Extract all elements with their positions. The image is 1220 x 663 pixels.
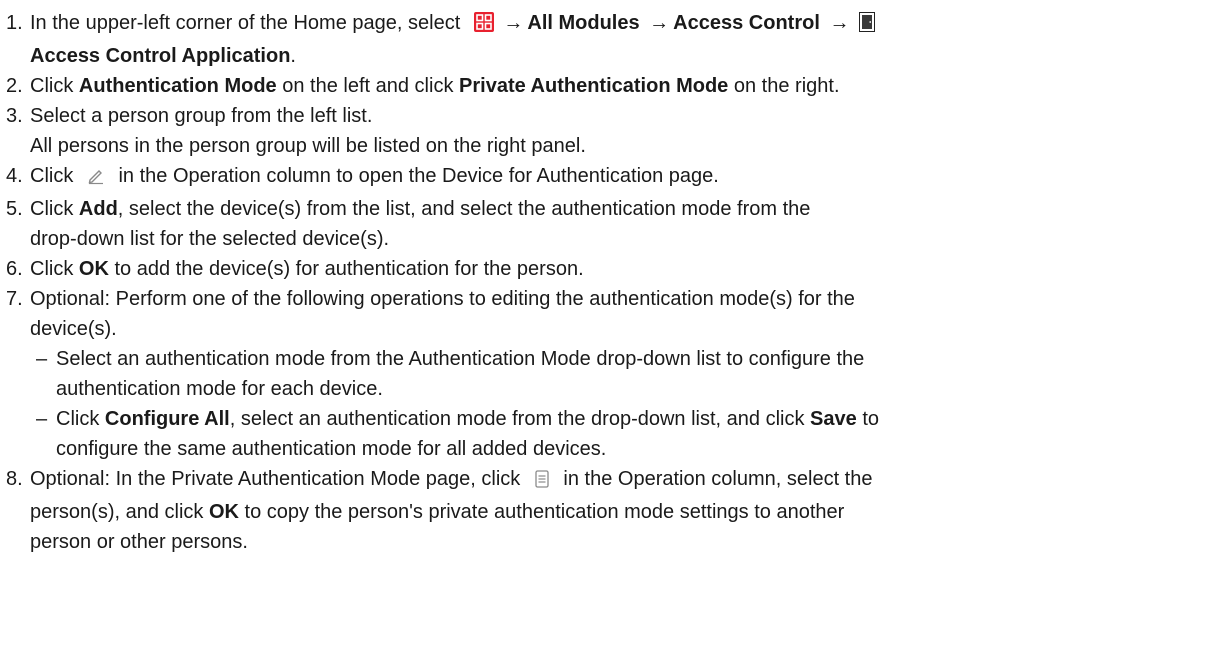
arrow: → xyxy=(649,12,670,34)
document: 1. In the upper-left corner of the Home … xyxy=(0,0,1220,557)
step-6: 6. Click OK to add the device(s) for aut… xyxy=(2,254,1220,284)
step-number: 3. xyxy=(6,105,23,127)
step-4: 4. Click in the Operation column to open… xyxy=(2,161,1220,194)
bold-term: Authentication Mode xyxy=(78,75,277,97)
sub-item: – Select an authentication mode from the… xyxy=(2,344,1220,404)
step-text: In the upper-left corner of the Home pag… xyxy=(30,12,461,34)
app-grid-icon xyxy=(473,11,494,41)
edit-icon xyxy=(87,164,105,194)
sub-item: – Click Configure All, select an authent… xyxy=(2,404,1220,464)
step-number: 8. xyxy=(6,468,23,490)
step-number: 6. xyxy=(6,258,23,280)
step-number: 1. xyxy=(6,12,23,34)
bold-term: Private Authentication Mode xyxy=(459,75,729,97)
step-number: 5. xyxy=(6,198,23,220)
bold-term: Add xyxy=(78,198,118,220)
step-number: 7. xyxy=(6,288,23,310)
step-2: 2. Click Authentication Mode on the left… xyxy=(2,71,1220,101)
door-icon xyxy=(859,11,876,41)
step-result: All persons in the person group will be … xyxy=(30,135,586,157)
bold-term: OK xyxy=(208,501,239,523)
step-1: 1. In the upper-left corner of the Home … xyxy=(2,8,1220,71)
bold-term: Configure All xyxy=(104,408,230,430)
step-number: 4. xyxy=(6,165,23,187)
dash-bullet: – xyxy=(36,408,48,430)
step-8: 8. Optional: In the Private Authenticati… xyxy=(2,464,1220,557)
bold-term: Access Control Application xyxy=(30,45,291,67)
bold-term: All Modules xyxy=(527,12,640,34)
step-5: 5. Click Add, select the device(s) from … xyxy=(2,194,1220,254)
bold-term: Save xyxy=(810,408,857,430)
step-number: 2. xyxy=(6,75,23,97)
arrow: → xyxy=(829,12,850,34)
bold-term: Access Control xyxy=(673,12,820,34)
copy-icon xyxy=(534,467,550,497)
step-7: 7. Optional: Perform one of the followin… xyxy=(2,284,1220,344)
bold-term: OK xyxy=(78,258,109,280)
dash-bullet: – xyxy=(36,348,48,370)
step-3: 3. Select a person group from the left l… xyxy=(2,101,1220,161)
arrow: → xyxy=(503,12,524,34)
